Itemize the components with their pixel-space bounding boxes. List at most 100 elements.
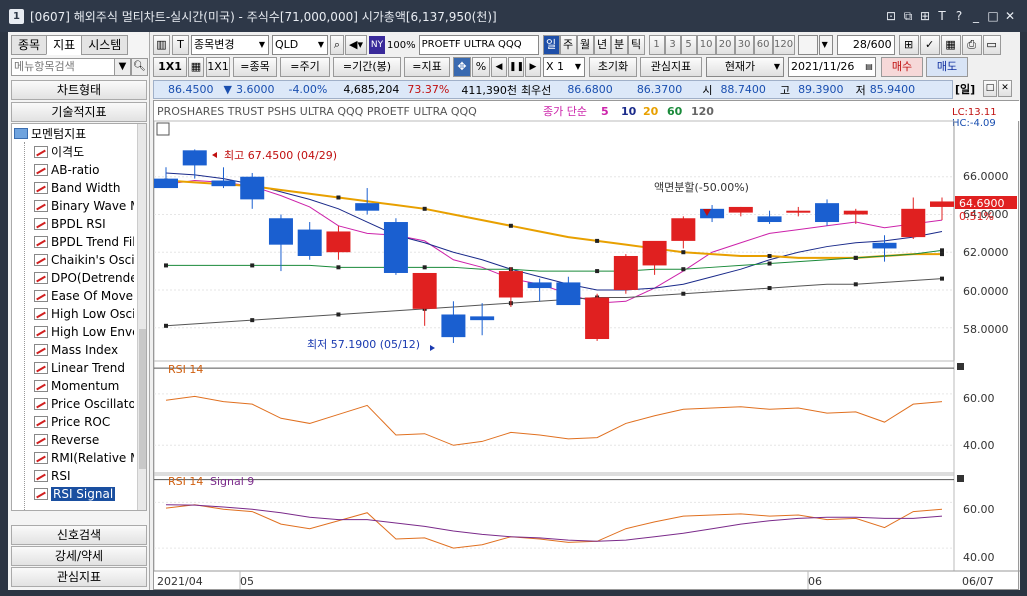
close-icon[interactable]: ✕: [998, 80, 1012, 97]
sync-indicator-button[interactable]: =지표: [404, 57, 450, 77]
interval-custom[interactable]: [797, 35, 818, 55]
price-mode-select[interactable]: 현재가 ▼: [706, 57, 784, 77]
tree-item[interactable]: BPDL RSI: [34, 215, 134, 233]
tile-icon[interactable]: ⧉: [901, 8, 915, 24]
period-day[interactable]: 일: [542, 35, 560, 55]
pause-icon[interactable]: ❚❚: [508, 57, 524, 77]
scroll-thumb[interactable]: [139, 329, 146, 469]
category-technical[interactable]: 기술적지표: [11, 102, 147, 122]
help-icon[interactable]: ?: [952, 8, 966, 24]
interval-120[interactable]: 120: [772, 35, 795, 55]
tree-item[interactable]: BPDL Trend Filter: [34, 233, 134, 251]
tree-item[interactable]: Linear Trend: [34, 359, 134, 377]
tree-item[interactable]: AB-ratio: [34, 161, 134, 179]
tab-item[interactable]: 종목: [11, 35, 48, 55]
tab-system[interactable]: 시스템: [81, 35, 129, 55]
text-icon[interactable]: T: [172, 35, 189, 55]
interval-10[interactable]: 10: [696, 35, 716, 55]
category-chart-type[interactable]: 차트형태: [11, 80, 147, 100]
category-signal-search[interactable]: 신호검색: [11, 525, 147, 545]
tree-item[interactable]: High Low Envelope: [34, 323, 134, 341]
tree-item[interactable]: Binary Wave MACD: [34, 197, 134, 215]
period-week[interactable]: 주: [559, 35, 577, 55]
tree-item[interactable]: High Low Oscillator: [34, 305, 134, 323]
crosshair-icon[interactable]: ✥: [453, 57, 471, 77]
pin-icon[interactable]: ▥: [153, 35, 170, 55]
date-input[interactable]: 2021/11/26 ▤: [788, 57, 876, 77]
interval-5[interactable]: 5: [680, 35, 697, 55]
tree-item[interactable]: Momentum: [34, 377, 134, 395]
speaker-icon[interactable]: ◀︎▾: [345, 35, 367, 55]
buy-button[interactable]: 매수: [881, 57, 923, 77]
interval-30[interactable]: 30: [734, 35, 754, 55]
tree-item[interactable]: 이격도: [34, 143, 134, 161]
symbol-input[interactable]: QLD ▼: [272, 35, 328, 55]
tree-item[interactable]: Price ROC: [34, 413, 134, 431]
ma20-marker: [767, 253, 772, 258]
dropdown-arrow-icon[interactable]: ▼: [114, 58, 131, 76]
bar-count[interactable]: 28/600: [836, 35, 895, 55]
interval-20[interactable]: 20: [715, 35, 735, 55]
menu-search-input[interactable]: 메뉴항목검색: [11, 58, 115, 76]
tree-item[interactable]: Price Oscillator: [34, 395, 134, 413]
split-1x1[interactable]: 1X1: [153, 57, 187, 77]
reset-button[interactable]: 초기화: [589, 57, 637, 77]
maximize-button[interactable]: □: [986, 8, 1000, 24]
tree-item-selected[interactable]: RSI Signal: [34, 485, 134, 503]
period-tick[interactable]: 틱: [627, 35, 645, 55]
watch-indicator-button[interactable]: 관심지표: [640, 57, 702, 77]
chart-grid-icon[interactable]: [156, 122, 170, 136]
minimize-button[interactable]: _: [969, 8, 983, 24]
grid-icon[interactable]: ▦: [188, 57, 204, 77]
interval-dropdown-icon[interactable]: ▼: [818, 35, 833, 55]
period-month[interactable]: 월: [576, 35, 594, 55]
percent-icon[interactable]: %: [472, 57, 490, 77]
prev-icon[interactable]: ◀: [491, 57, 507, 77]
tree-item[interactable]: Ease Of Movement: [34, 287, 134, 305]
ma20-label: 20: [643, 105, 659, 118]
multiplier-select[interactable]: X 1 ▼: [543, 57, 585, 77]
sync-period-button[interactable]: =기간(봉): [333, 57, 401, 77]
check-icon[interactable]: ✓: [919, 35, 940, 55]
category-bull-bear[interactable]: 강세/약세: [11, 546, 147, 566]
tree-item[interactable]: RMI(Relative Momentum Index): [34, 449, 134, 467]
tree-item[interactable]: Mass Index: [34, 341, 134, 359]
window-icon[interactable]: ▭: [982, 35, 1001, 55]
x-tick-label: 06/07: [962, 575, 994, 588]
interval-60[interactable]: 60: [753, 35, 773, 55]
link-icon[interactable]: ⊡: [884, 8, 898, 24]
split-1x1-alt[interactable]: 1X1: [206, 57, 230, 77]
chart-svg[interactable]: PROSHARES TRUST PSHS ULTRA QQQ PROETF UL…: [154, 101, 1020, 591]
next-icon[interactable]: ▶: [525, 57, 541, 77]
layout-icon[interactable]: ⊞: [918, 8, 932, 24]
period-year[interactable]: 년: [593, 35, 611, 55]
tree-root-momentum[interactable]: 모멘텀지표: [14, 125, 86, 143]
chart-area[interactable]: PROSHARES TRUST PSHS ULTRA QQQ PROETF UL…: [153, 100, 1020, 591]
sync-cycle-button[interactable]: =주기: [280, 57, 330, 77]
period-minute[interactable]: 분: [610, 35, 628, 55]
restore-icon[interactable]: □: [983, 80, 997, 97]
candle-body: [556, 282, 581, 306]
interval-3[interactable]: 3: [664, 35, 681, 55]
tree-item[interactable]: Reverse: [34, 431, 134, 449]
quote-vol-ratio: 73.37%: [407, 83, 450, 96]
tab-indicator[interactable]: 지표: [46, 35, 83, 55]
font-icon[interactable]: T: [935, 8, 949, 24]
interval-1[interactable]: 1: [648, 35, 665, 55]
search-icon[interactable]: ⌕: [330, 35, 344, 55]
tree-item[interactable]: DPO(Detrended Price Osc): [34, 269, 134, 287]
table-icon[interactable]: ▦: [940, 35, 961, 55]
tree-item[interactable]: RSI: [34, 467, 134, 485]
sell-button[interactable]: 매도: [926, 57, 968, 77]
sync-item-button[interactable]: =종목: [233, 57, 277, 77]
print-icon[interactable]: ⎙: [961, 35, 982, 55]
tree-item[interactable]: Band Width: [34, 179, 134, 197]
candle-body: [211, 180, 236, 187]
close-button[interactable]: ✕: [1003, 8, 1017, 24]
tools-icon[interactable]: ⊞: [898, 35, 919, 55]
category-watch-indicators[interactable]: 관심지표: [11, 567, 147, 587]
item-change-select[interactable]: 종목변경 ▼: [191, 35, 269, 55]
tree-scrollbar[interactable]: [137, 124, 146, 510]
search-icon[interactable]: 🔍︎: [131, 58, 148, 76]
tree-item[interactable]: Chaikin's Oscillator: [34, 251, 134, 269]
